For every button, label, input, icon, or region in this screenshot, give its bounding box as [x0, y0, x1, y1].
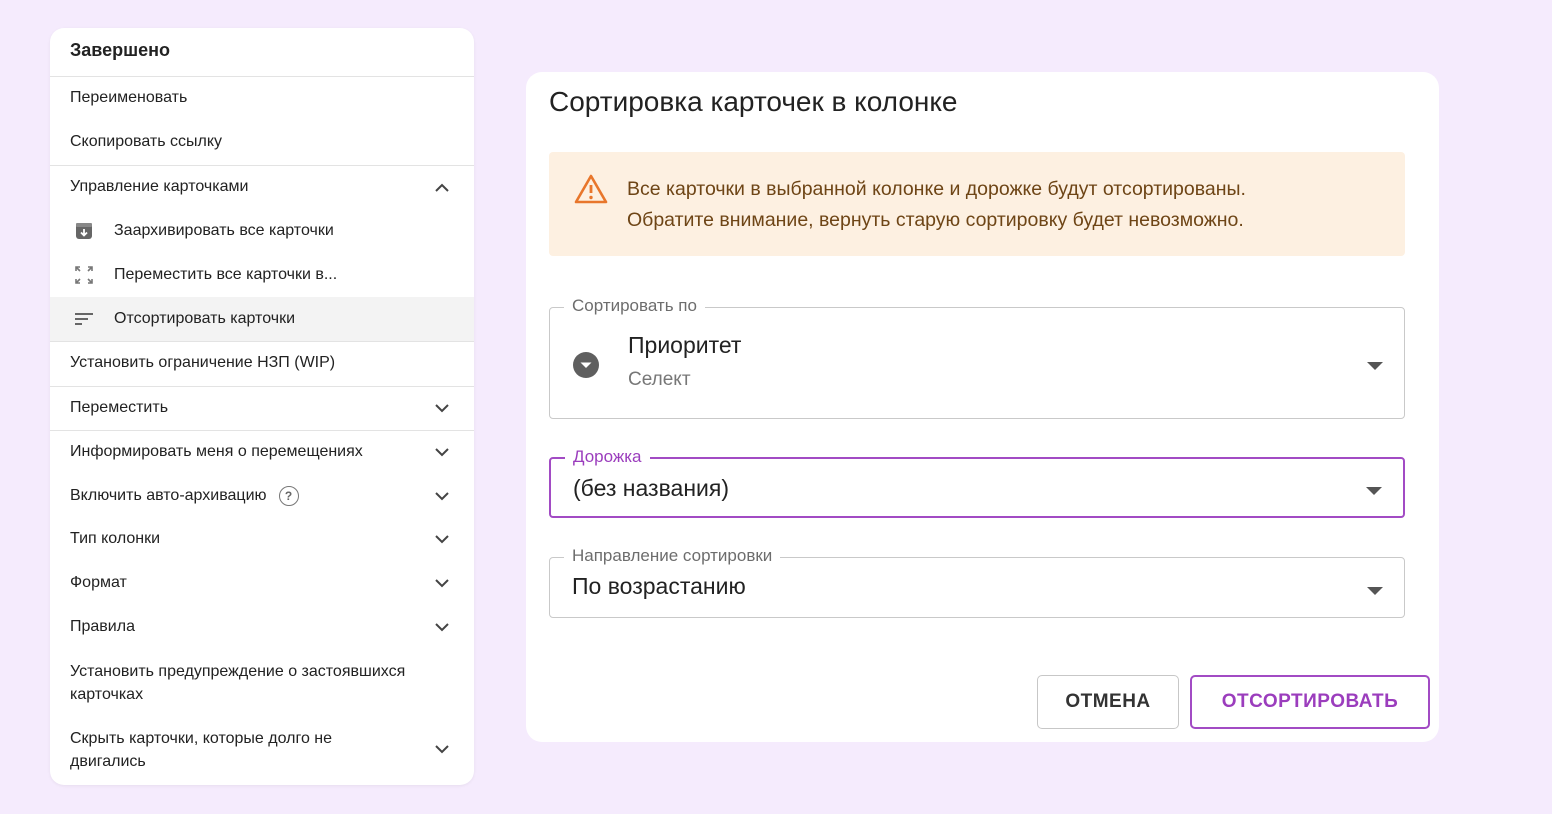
field-value: Приоритет: [628, 332, 742, 358]
archive-icon: [72, 219, 96, 243]
menu-item-label: Установить предупреждение о застоявшихся…: [70, 663, 406, 703]
menu-title: Завершено: [70, 40, 171, 60]
field-value: По возрастанию: [572, 573, 746, 599]
menu-item-auto-archive[interactable]: Включить авто-архивацию ?: [50, 474, 474, 518]
field-subvalue: Селект: [628, 369, 691, 390]
chevron-down-icon: [434, 488, 450, 504]
chevron-down-icon: [434, 400, 450, 416]
menu-item-label: Формат: [70, 574, 127, 591]
menu-item-rules[interactable]: Правила: [50, 605, 474, 649]
field-label: Дорожка: [565, 447, 650, 467]
menu-item-stale-warning[interactable]: Установить предупреждение о застоявшихся…: [50, 648, 474, 714]
menu-item-label: Включить авто-архивацию: [70, 487, 267, 504]
menu-item-format[interactable]: Формат: [50, 561, 474, 605]
chevron-down-icon: [434, 619, 450, 635]
dropdown-arrow-icon: [1366, 583, 1384, 595]
menu-item-label: Тип колонки: [70, 530, 161, 547]
menu-item-label: Переименовать: [70, 89, 188, 106]
warning-banner: Все карточки в выбранной колонке и дорож…: [549, 152, 1405, 256]
menu-item-move[interactable]: Переместить: [50, 386, 474, 430]
dropdown-arrow-icon: [1365, 483, 1383, 495]
priority-select-icon: [572, 351, 600, 379]
chevron-up-icon: [434, 179, 450, 195]
field-label: Сортировать по: [564, 296, 705, 316]
menu-item-notify[interactable]: Информировать меня о перемещениях: [50, 430, 474, 474]
sort-cards-dialog: Сортировка карточек в колонке Все карточ…: [526, 72, 1439, 742]
menu-item-hide-cards[interactable]: Скрыть карточки, которые долго не двигал…: [50, 715, 474, 783]
menu-item-label: Скопировать ссылку: [70, 133, 223, 150]
menu-item-rename[interactable]: Переименовать: [50, 76, 474, 120]
cancel-button[interactable]: ОТМЕНА: [1037, 675, 1179, 729]
dropdown-arrow-icon: [1366, 358, 1384, 370]
warning-line: Все карточки в выбранной колонке и дорож…: [627, 178, 1246, 200]
menu-item-label: Отсортировать карточки: [114, 310, 296, 327]
menu-item-wip-limit[interactable]: Установить ограничение НЗП (WIP): [50, 341, 474, 385]
menu-item-copy-link[interactable]: Скопировать ссылку: [50, 120, 474, 164]
warning-icon: [574, 174, 608, 204]
dialog-title: Сортировка карточек в колонке: [549, 86, 958, 117]
chevron-down-icon: [434, 531, 450, 547]
menu-item-label: Управление карточками: [70, 178, 249, 195]
menu-item-label: Установить ограничение НЗП (WIP): [70, 354, 336, 371]
warning-text: Все карточки в выбранной колонке и дорож…: [627, 174, 1246, 236]
move-icon: [72, 263, 96, 287]
sort-icon: [72, 307, 96, 331]
lane-select[interactable]: Дорожка (без названия): [549, 447, 1405, 518]
warning-line: Обратите внимание, вернуть старую сортир…: [627, 209, 1244, 231]
field-value: (без названия): [573, 475, 729, 501]
menu-item-archive-all[interactable]: Заархивировать все карточки: [50, 209, 474, 253]
chevron-down-icon: [434, 575, 450, 591]
menu-item-label: Переместить: [70, 399, 169, 416]
sort-button[interactable]: ОТСОРТИРОВАТЬ: [1190, 675, 1430, 729]
sort-direction-select[interactable]: Направление сортировки По возрастанию: [549, 546, 1405, 618]
menu-item-manage-cards[interactable]: Управление карточками: [50, 165, 474, 209]
chevron-down-icon: [434, 444, 450, 460]
column-context-menu: Завершено Переименовать Скопировать ссыл…: [50, 28, 474, 785]
chevron-down-icon: [434, 741, 450, 757]
sort-by-select[interactable]: Сортировать по Приоритет Селект: [549, 296, 1405, 419]
menu-item-label: Информировать меня о перемещениях: [70, 443, 363, 460]
help-icon[interactable]: ?: [278, 486, 299, 506]
menu-item-label: Переместить все карточки в...: [114, 266, 338, 283]
menu-item-label: Правила: [70, 618, 135, 635]
menu-item-label: Заархивировать все карточки: [114, 222, 334, 239]
menu-item-move-all[interactable]: Переместить все карточки в...: [50, 253, 474, 297]
menu-item-sort-cards[interactable]: Отсортировать карточки: [50, 297, 474, 341]
menu-item-label: Скрыть карточки, которые долго не двигал…: [70, 730, 333, 770]
menu-item-column-type[interactable]: Тип колонки: [50, 517, 474, 561]
field-label: Направление сортировки: [564, 546, 781, 566]
